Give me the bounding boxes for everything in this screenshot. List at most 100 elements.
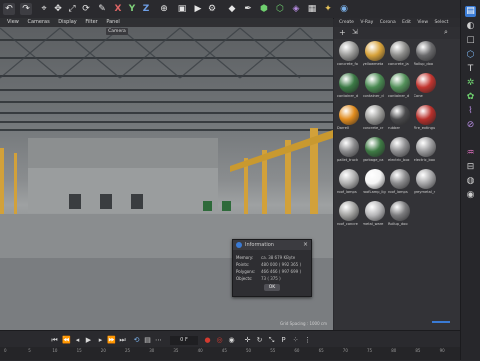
bend-icon[interactable]: ⊘ (465, 120, 476, 131)
x-axis-icon[interactable]: X (112, 3, 124, 15)
close-icon[interactable]: × (303, 240, 308, 250)
viewport-menu-view[interactable]: View (7, 19, 19, 25)
coordinate-icon[interactable]: ⊕ (158, 3, 170, 15)
record-icon[interactable]: ● (203, 336, 212, 345)
material-swatch[interactable]: Fire_extingu (414, 104, 438, 134)
display-icon[interactable]: ◐ (465, 21, 476, 32)
tag-icon[interactable]: ⊟ (465, 162, 476, 173)
material-swatch[interactable]: Cone (414, 72, 438, 102)
atom-icon[interactable]: ✲ (465, 78, 476, 89)
step-forward-icon[interactable]: ▸ (96, 336, 105, 345)
rotate-icon[interactable]: ⟳ (80, 3, 92, 15)
viewport-menu-display[interactable]: Display (58, 19, 76, 25)
viewport-menu-cameras[interactable]: Cameras (27, 19, 49, 25)
cube-icon[interactable]: ◆ (226, 3, 238, 15)
material-swatch[interactable]: concrete_cr (363, 104, 387, 134)
material-menu-vray[interactable]: V-Ray (360, 20, 373, 25)
select-icon[interactable]: ⌖ (38, 3, 50, 15)
light-icon[interactable]: ✦ (322, 3, 334, 15)
search-icon[interactable]: ⌕ (444, 28, 448, 37)
render-region-icon[interactable]: ▣ (176, 3, 188, 15)
dialog-titlebar[interactable]: Information × (233, 240, 311, 250)
material-swatch[interactable]: metal_ware (363, 200, 387, 230)
material-preview (390, 41, 410, 61)
hair-icon[interactable]: ♒ (465, 148, 476, 159)
material-swatch[interactable]: greymetal_r (414, 168, 438, 198)
floor-icon[interactable]: ▦ (306, 3, 318, 15)
next-key-icon[interactable]: ⏩ (107, 336, 116, 345)
undo-icon[interactable]: ↶ (3, 3, 15, 15)
keyframe-selection-icon[interactable]: ◉ (227, 336, 236, 345)
material-swatch[interactable]: roof_concre (337, 200, 361, 230)
material-swatch[interactable]: roof_lamps (388, 168, 412, 198)
create-icon[interactable]: ✎ (96, 3, 108, 15)
step-back-icon[interactable]: ◂ (73, 336, 82, 345)
rotation-key-icon[interactable]: ↻ (255, 336, 264, 345)
render-settings-icon[interactable]: ⚙ (206, 3, 218, 15)
material-menu-corona[interactable]: Corona (380, 20, 396, 25)
material-swatch[interactable]: roof_lamps (337, 168, 361, 198)
material-swatch[interactable]: concrete_fo (337, 40, 361, 70)
add-icon[interactable]: + (339, 28, 346, 37)
material-swatch[interactable]: rubber (388, 104, 412, 134)
move-icon[interactable]: ✥ (52, 3, 64, 15)
parameter-key-icon[interactable]: P (279, 336, 288, 345)
point-level-icon[interactable]: ⁘ (291, 336, 300, 345)
previous-key-icon[interactable]: ⏪ (62, 336, 71, 345)
globe-icon[interactable]: ◍ (465, 176, 476, 187)
material-swatch[interactable]: Rollup_doo (388, 200, 412, 230)
y-axis-icon[interactable]: Y (126, 3, 138, 15)
auto-key-icon[interactable]: ◎ (215, 336, 224, 345)
camera-icon[interactable]: ◉ (338, 3, 350, 15)
dope-sheet-icon[interactable]: ▤ (143, 336, 152, 345)
scale-key-icon[interactable]: ⤡ (267, 336, 276, 345)
camera-label[interactable]: Camera (106, 28, 128, 35)
redo-icon[interactable]: ↷ (20, 3, 32, 15)
cube-icon[interactable]: ⬡ (465, 50, 476, 61)
array-icon[interactable]: ⬡ (274, 3, 286, 15)
material-swatch[interactable]: electric_box (414, 136, 438, 166)
material-swatch[interactable]: yellowmeta (363, 40, 387, 70)
eye-icon[interactable]: ◉ (465, 190, 476, 201)
material-swatch[interactable]: Rollup_doo (414, 40, 438, 70)
subdivision-icon[interactable]: ⬢ (258, 3, 270, 15)
material-menu-edit[interactable]: Edit (402, 20, 411, 25)
viewport-menu-panel[interactable]: Panel (106, 19, 120, 25)
current-frame-field[interactable]: 0 F (170, 336, 198, 345)
object-manager-icon[interactable]: ▤ (465, 6, 476, 17)
play-icon[interactable]: ▶ (84, 336, 93, 345)
ok-button[interactable]: OK (264, 284, 280, 291)
text-icon[interactable]: T (465, 64, 476, 75)
viewport-menu-filter[interactable]: Filter (85, 19, 97, 25)
render-view-icon[interactable]: ▶ (192, 3, 204, 15)
material-swatch[interactable]: container_d (388, 72, 412, 102)
twist-icon[interactable]: ⌇ (465, 106, 476, 117)
zoom-slider[interactable] (432, 321, 450, 323)
material-menu-create[interactable]: Create (339, 20, 354, 25)
move-icon[interactable]: ⇲ (352, 28, 358, 36)
material-menu-view[interactable]: View (417, 20, 428, 25)
material-swatch[interactable]: Darrell (337, 104, 361, 134)
pen-icon[interactable]: ✒ (242, 3, 254, 15)
deformer-icon[interactable]: ◈ (290, 3, 302, 15)
material-swatch[interactable]: container_d (363, 72, 387, 102)
scale-icon[interactable]: ⤢ (66, 3, 78, 15)
grid-icon[interactable]: ⋮ (303, 336, 312, 345)
material-menu-select[interactable]: Select (434, 20, 448, 25)
go-to-start-icon[interactable]: ⏮ (50, 336, 59, 345)
material-preview (364, 41, 385, 61)
info-label: Objects: (236, 276, 253, 281)
z-axis-icon[interactable]: Z (140, 3, 152, 15)
material-swatch[interactable]: container_d (337, 72, 361, 102)
timeline-menu-icon[interactable]: ⋯ (154, 336, 163, 345)
material-swatch[interactable]: pallet_truck (337, 136, 361, 166)
material-swatch[interactable]: concrete_ja (388, 40, 412, 70)
go-to-end-icon[interactable]: ⏭ (118, 336, 127, 345)
material-swatch[interactable]: roofLamp_lig (363, 168, 387, 198)
material-swatch[interactable]: electric_box (388, 136, 412, 166)
frame-icon[interactable]: ☐ (465, 36, 476, 47)
loop-icon[interactable]: ⟲ (132, 336, 141, 345)
position-key-icon[interactable]: ✛ (243, 336, 252, 345)
cloner-icon[interactable]: ✿ (465, 92, 476, 103)
material-swatch[interactable]: garbage_ca (363, 136, 387, 166)
